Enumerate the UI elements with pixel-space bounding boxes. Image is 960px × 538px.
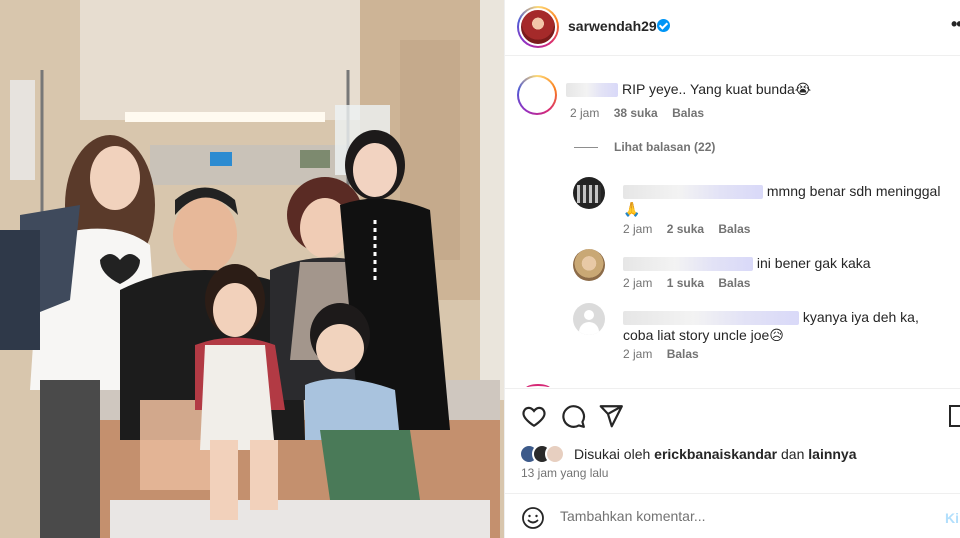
family-photo-illustration [0, 0, 504, 538]
verified-badge-icon [657, 19, 670, 32]
comment-text: RIP yeye.. Yang kuat bunda😭 [622, 81, 812, 97]
post-time[interactable]: 13 jam yang lalu [521, 466, 608, 480]
liked-by-text: Disukai oleh erickbanaiskandar dan lainn… [574, 446, 857, 462]
emoji-icon[interactable] [521, 506, 545, 530]
divider-line [574, 147, 598, 149]
heart-icon[interactable] [521, 403, 547, 429]
redacted-username[interactable] [623, 311, 799, 326]
view-replies-button[interactable]: Lihat balasan (22) [574, 140, 715, 154]
reply-text-line: mmng benar sdh meninggal 🙏 [623, 182, 953, 218]
reply-button[interactable]: Balas [718, 222, 750, 236]
reply-text-line: ini bener gak kaka [623, 254, 953, 272]
replier-avatar[interactable] [573, 177, 605, 209]
default-avatar-icon[interactable] [573, 303, 605, 335]
reply-time: 2 jam [623, 347, 653, 361]
reply-likes[interactable]: 1 suka [667, 276, 704, 290]
comment-likes[interactable]: 38 suka [614, 106, 658, 120]
reply-button[interactable]: Balas [672, 106, 704, 120]
reply-meta: 2 jam 2 suka Balas [623, 222, 761, 236]
share-icon[interactable] [598, 403, 624, 429]
liked-by-others-link[interactable]: lainnya [808, 446, 856, 462]
reply-text-line: kyanya iya deh ka, coba liat story uncle… [623, 308, 953, 344]
reply-button[interactable]: Balas [718, 276, 750, 290]
reply-button[interactable]: Balas [667, 347, 699, 361]
comment-input[interactable] [560, 508, 920, 524]
comment-meta: 2 jam 38 suka Balas [570, 106, 715, 120]
redacted-username[interactable] [623, 185, 763, 200]
comments-list[interactable]: RIP yeye.. Yang kuat bunda😭 2 jam 38 suk… [505, 57, 960, 387]
liker-avatars[interactable] [519, 443, 567, 465]
more-options-icon[interactable]: ••• [951, 14, 960, 35]
redacted-username[interactable] [623, 257, 753, 272]
post-side-panel: sarwendah29 ••• RIP yeye.. Yang kuat bun… [504, 0, 960, 538]
post-photo[interactable] [0, 0, 504, 538]
post-header: sarwendah29 ••• [505, 0, 960, 56]
reply-time: 2 jam [623, 276, 653, 290]
reply-likes[interactable]: 2 suka [667, 222, 704, 236]
view-replies-label: Lihat balasan (22) [614, 140, 716, 154]
replier-avatar[interactable] [573, 249, 605, 281]
liked-by-user-link[interactable]: erickbanaiskandar [654, 446, 777, 462]
comment-composer: Kirim [505, 493, 960, 538]
comment-text-line: RIP yeye.. Yang kuat bunda😭 [566, 81, 811, 98]
next-comment-avatar [525, 384, 551, 387]
commenter-avatar[interactable] [517, 75, 557, 115]
author-username[interactable]: sarwendah29 [568, 18, 657, 34]
reply-text: ini bener gak kaka [756, 255, 871, 271]
reply-meta: 2 jam Balas [623, 347, 710, 361]
author-avatar[interactable] [517, 6, 559, 48]
reply-meta: 2 jam 1 suka Balas [623, 276, 761, 290]
post-comment-button[interactable]: Kirim [945, 510, 960, 526]
liked-by-conjunction: dan [781, 446, 805, 462]
post-actions: Disukai oleh erickbanaiskandar dan lainn… [505, 388, 960, 538]
comment-time: 2 jam [570, 106, 600, 120]
reply-time: 2 jam [623, 222, 653, 236]
comment-icon[interactable] [560, 403, 586, 429]
bookmark-icon[interactable] [949, 405, 960, 427]
liker-avatar [545, 444, 565, 464]
liked-by-prefix: Disukai oleh [574, 446, 651, 462]
redacted-username[interactable] [566, 83, 618, 98]
